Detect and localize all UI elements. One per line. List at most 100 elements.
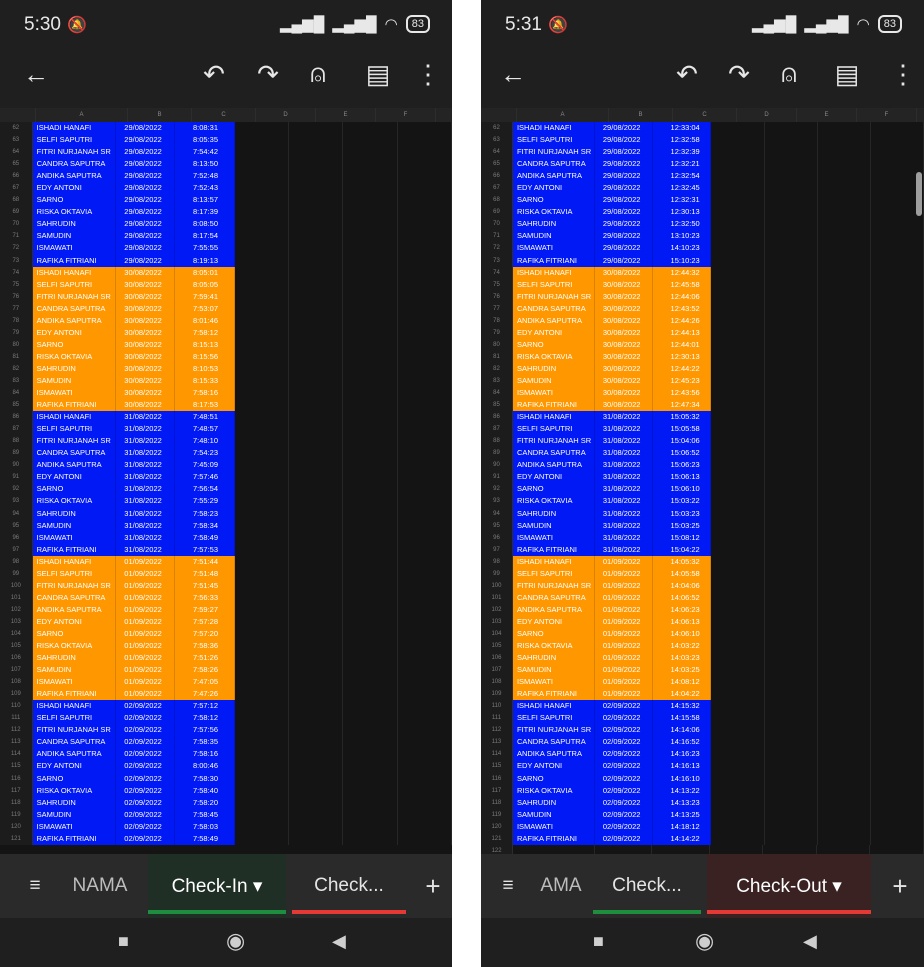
empty-cell[interactable] [711,134,765,147]
empty-cell[interactable] [343,326,398,339]
circle-icon[interactable]: ◉ [226,928,245,954]
cell-name[interactable]: CANDRA SAPUTRA [32,591,117,604]
cell-date[interactable]: 31/08/2022 [116,495,175,508]
empty-cell[interactable] [397,519,452,532]
row-number[interactable]: 82 [0,362,33,375]
empty-cell[interactable] [397,652,452,665]
cell-name[interactable]: RAFIKA FITRIANI [32,688,117,701]
row-number[interactable]: 78 [481,314,513,327]
empty-cell[interactable] [817,796,871,809]
empty-cell[interactable] [817,471,871,484]
empty-cell[interactable] [234,338,289,351]
empty-cell[interactable] [764,362,818,375]
empty-cell[interactable] [870,640,924,653]
row-number[interactable]: 92 [481,483,513,496]
cell-date[interactable]: 01/09/2022 [116,567,175,580]
empty-cell[interactable] [817,350,871,363]
empty-cell[interactable] [343,579,398,592]
empty-cell[interactable] [711,266,765,279]
cell-time[interactable]: 14:15:32 [652,700,712,713]
empty-cell[interactable] [817,278,871,291]
empty-cell[interactable] [234,615,289,628]
row-number[interactable]: 75 [481,278,513,291]
cell-date[interactable]: 31/08/2022 [594,519,653,532]
cell-name[interactable]: CANDRA SAPUTRA [512,591,595,604]
cell-time[interactable]: 8:15:13 [175,338,235,351]
cell-date[interactable]: 01/09/2022 [116,676,175,689]
cell-name[interactable]: SAHRUDIN [512,218,595,231]
cell-time[interactable]: 14:18:12 [652,820,712,833]
empty-cell[interactable] [870,158,924,171]
empty-cell[interactable] [397,218,452,231]
empty-cell[interactable] [817,254,871,267]
empty-cell[interactable] [397,338,452,351]
empty-cell[interactable] [870,435,924,448]
cell-time[interactable]: 12:32:45 [652,182,712,195]
cell-date[interactable]: 30/08/2022 [116,290,175,303]
empty-cell[interactable] [289,350,344,363]
empty-cell[interactable] [397,266,452,279]
cell-name[interactable]: RAFIKA FITRIANI [32,399,117,412]
cell-name[interactable]: SELFI SAPUTRI [32,278,117,291]
row-number[interactable]: 114 [0,748,33,761]
empty-cell[interactable] [343,712,398,725]
empty-cell[interactable] [397,688,452,701]
empty-cell[interactable] [711,603,765,616]
empty-cell[interactable] [343,483,398,496]
empty-cell[interactable] [397,555,452,568]
comment-icon[interactable]: ▤ [829,56,865,92]
empty-cell[interactable] [816,844,871,854]
empty-cell[interactable] [397,531,452,544]
cell-time[interactable]: 14:04:22 [652,688,712,701]
row-number[interactable]: 105 [481,640,513,653]
empty-cell[interactable] [711,326,765,339]
empty-cell[interactable] [397,170,452,183]
empty-cell[interactable] [711,218,765,231]
cell-time[interactable]: 14:13:22 [652,784,712,797]
empty-cell[interactable] [397,206,452,219]
empty-cell[interactable] [764,302,818,315]
cell-time[interactable]: 15:08:12 [652,531,712,544]
empty-cell[interactable] [343,832,398,845]
empty-cell[interactable] [289,760,344,773]
empty-cell[interactable] [234,254,289,267]
cell-name[interactable]: RISKA OKTAVIA [512,640,595,653]
empty-cell[interactable] [711,760,765,773]
empty-cell[interactable] [817,579,871,592]
empty-cell[interactable] [711,555,765,568]
empty-cell[interactable] [343,218,398,231]
cell-name[interactable]: FITRI NURJANAH SR [32,579,117,592]
empty-cell[interactable] [343,146,398,159]
empty-cell[interactable] [870,591,924,604]
cell-date[interactable]: 30/08/2022 [116,326,175,339]
empty-cell[interactable] [289,194,344,207]
cell-name[interactable]: RAFIKA FITRIANI [512,688,595,701]
cell-time[interactable]: 8:05:01 [175,266,235,279]
empty-cell[interactable] [289,290,344,303]
empty-cell[interactable] [711,495,765,508]
cell-name[interactable]: RISKA OKTAVIA [512,350,595,363]
empty-cell[interactable] [817,724,871,737]
row-number[interactable]: 107 [481,664,513,677]
column-header-d[interactable]: D [737,108,797,122]
empty-cell[interactable] [711,531,765,544]
cell-name[interactable]: ISMAWATI [512,676,595,689]
cell-date[interactable]: 31/08/2022 [116,531,175,544]
empty-cell[interactable] [289,543,344,556]
empty-cell[interactable] [343,230,398,243]
empty-cell[interactable] [234,290,289,303]
row-number[interactable]: 87 [481,423,513,436]
row-number[interactable]: 118 [0,796,33,809]
cell-time[interactable]: 7:55:29 [175,495,235,508]
empty-cell[interactable] [764,350,818,363]
cell-time[interactable]: 14:06:10 [652,627,712,641]
cell-name[interactable]: FITRI NURJANAH SR [512,579,595,592]
row-number[interactable]: 71 [0,230,33,243]
empty-cell[interactable] [711,471,765,484]
empty-cell[interactable] [343,459,398,472]
row-number[interactable]: 79 [0,326,33,339]
cell-date[interactable]: 29/08/2022 [594,206,653,219]
add-person-icon[interactable]: ⍝ [300,56,336,92]
cell-date[interactable]: 01/09/2022 [594,688,653,701]
cell-name[interactable]: SARNO [512,772,595,785]
